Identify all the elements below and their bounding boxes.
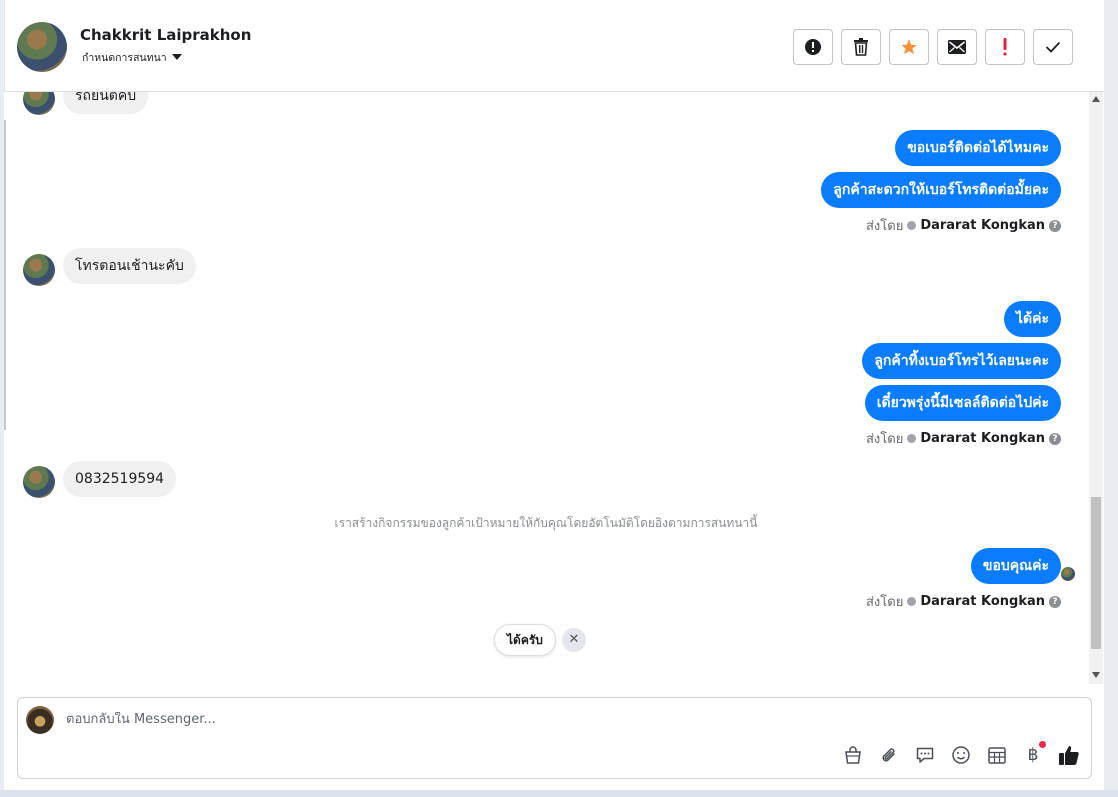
mark-unread-button[interactable] [937, 29, 977, 65]
composer-tools: ฿ [842, 741, 1080, 766]
incoming-message[interactable]: รถยนตคบ [63, 92, 149, 114]
sent-by-prefix: ส่งโดย [865, 432, 904, 447]
star-icon [901, 39, 917, 55]
paperclip-icon[interactable] [878, 744, 900, 766]
appointment-icon[interactable] [986, 744, 1008, 766]
notification-dot [1039, 741, 1046, 748]
header-actions [793, 29, 1073, 65]
message-scrollbar[interactable] [1089, 92, 1103, 684]
sent-by-prefix: ส่งโดย [865, 595, 904, 610]
report-spam-button[interactable] [793, 29, 833, 65]
seen-avatar [1061, 567, 1075, 581]
sent-by-label: ส่งโดย Dararat Kongkan ? [866, 215, 1061, 236]
contact-avatar-small [23, 466, 55, 498]
contact-avatar-small [23, 254, 55, 286]
help-icon[interactable]: ? [1049, 432, 1061, 445]
like-icon[interactable] [1058, 744, 1080, 766]
contact-name[interactable]: Chakkrit Laiprakhon [80, 26, 251, 44]
saved-reply-icon[interactable] [914, 744, 936, 766]
sent-by-prefix: ส่งโดย [865, 219, 904, 234]
outgoing-message[interactable]: ลูกค้าสะดวกให้เบอร์โทรติดต่อมั้ยคะ [821, 172, 1061, 208]
emoji-icon[interactable] [950, 744, 972, 766]
sender-name: Dararat Kongkan [920, 594, 1045, 609]
sender-name: Dararat Kongkan [920, 431, 1045, 446]
reply-composer: ฿ [17, 697, 1092, 779]
assign-conversation-dropdown[interactable]: กำหนดการสนทนา [82, 49, 182, 66]
conversation-header: Chakkrit Laiprakhon กำหนดการสนทนา [4, 0, 1104, 92]
outgoing-message[interactable]: ได้ค่ะ [1003, 301, 1061, 337]
alert-circle-icon [805, 39, 821, 55]
close-icon[interactable]: ✕ [562, 628, 586, 652]
sender-name: Dararat Kongkan [920, 218, 1045, 233]
sent-by-label: ส่งโดย Dararat Kongkan ? [866, 591, 1061, 612]
contact-avatar-small [23, 92, 55, 115]
message-list: รถยนตคบ ขอเบอร์ติดต่อได้ไหมคะ ลูกค้าสะดว… [4, 92, 1088, 684]
sent-by-label: ส่งโดย Dararat Kongkan ? [866, 428, 1061, 449]
baht-payment-icon[interactable]: ฿ [1022, 741, 1046, 766]
follow-up-button[interactable] [985, 29, 1025, 65]
window-bottom-edge [0, 790, 1118, 797]
quick-reply-chip[interactable]: ได้ครับ [494, 624, 556, 656]
outgoing-message[interactable]: เดี๋ยวพรุ่งนี้มีเซลล์ติดต่อไปค่ะ [864, 385, 1061, 421]
scroll-thumb[interactable] [1091, 497, 1101, 649]
outgoing-message[interactable]: ขอบคุณค่ะ [970, 548, 1061, 584]
help-icon[interactable]: ? [1049, 219, 1061, 232]
baht-symbol: ฿ [1027, 745, 1039, 765]
envelope-icon [948, 40, 966, 54]
caret-down-icon [171, 54, 182, 60]
inbox-conversation-panel: Chakkrit Laiprakhon กำหนดการสนทนา รถยนตค… [4, 0, 1104, 790]
mark-done-button[interactable] [1033, 29, 1073, 65]
verified-dot-icon [907, 434, 917, 443]
verified-dot-icon [907, 221, 917, 230]
incoming-message[interactable]: โทรตอนเช้านะคับ [63, 248, 196, 284]
scroll-down-icon[interactable] [1092, 672, 1100, 678]
exclamation-icon [1003, 38, 1007, 56]
assign-label: กำหนดการสนทนา [82, 52, 167, 64]
outgoing-message[interactable]: ขอเบอร์ติดต่อได้ไหมคะ [895, 130, 1061, 166]
scroll-up-icon[interactable] [1092, 96, 1100, 102]
outgoing-message[interactable]: ลูกค้าทิ้งเบอร์โทรไว้เลยนะคะ [862, 343, 1061, 379]
reply-input[interactable] [66, 712, 966, 727]
star-button[interactable] [889, 29, 929, 65]
incoming-message[interactable]: 0832519594 [63, 461, 177, 497]
help-icon[interactable]: ? [1049, 595, 1061, 608]
check-icon [1045, 41, 1061, 53]
contact-avatar[interactable] [17, 22, 67, 72]
shopping-bag-icon[interactable] [842, 744, 864, 766]
delete-button[interactable] [841, 29, 881, 65]
trash-icon [854, 38, 868, 56]
system-message: เราสร้างกิจกรรมของลูกค้าเป้าหมายให้กับคุ… [334, 516, 758, 530]
verified-dot-icon [907, 597, 917, 606]
page-avatar [26, 706, 54, 734]
